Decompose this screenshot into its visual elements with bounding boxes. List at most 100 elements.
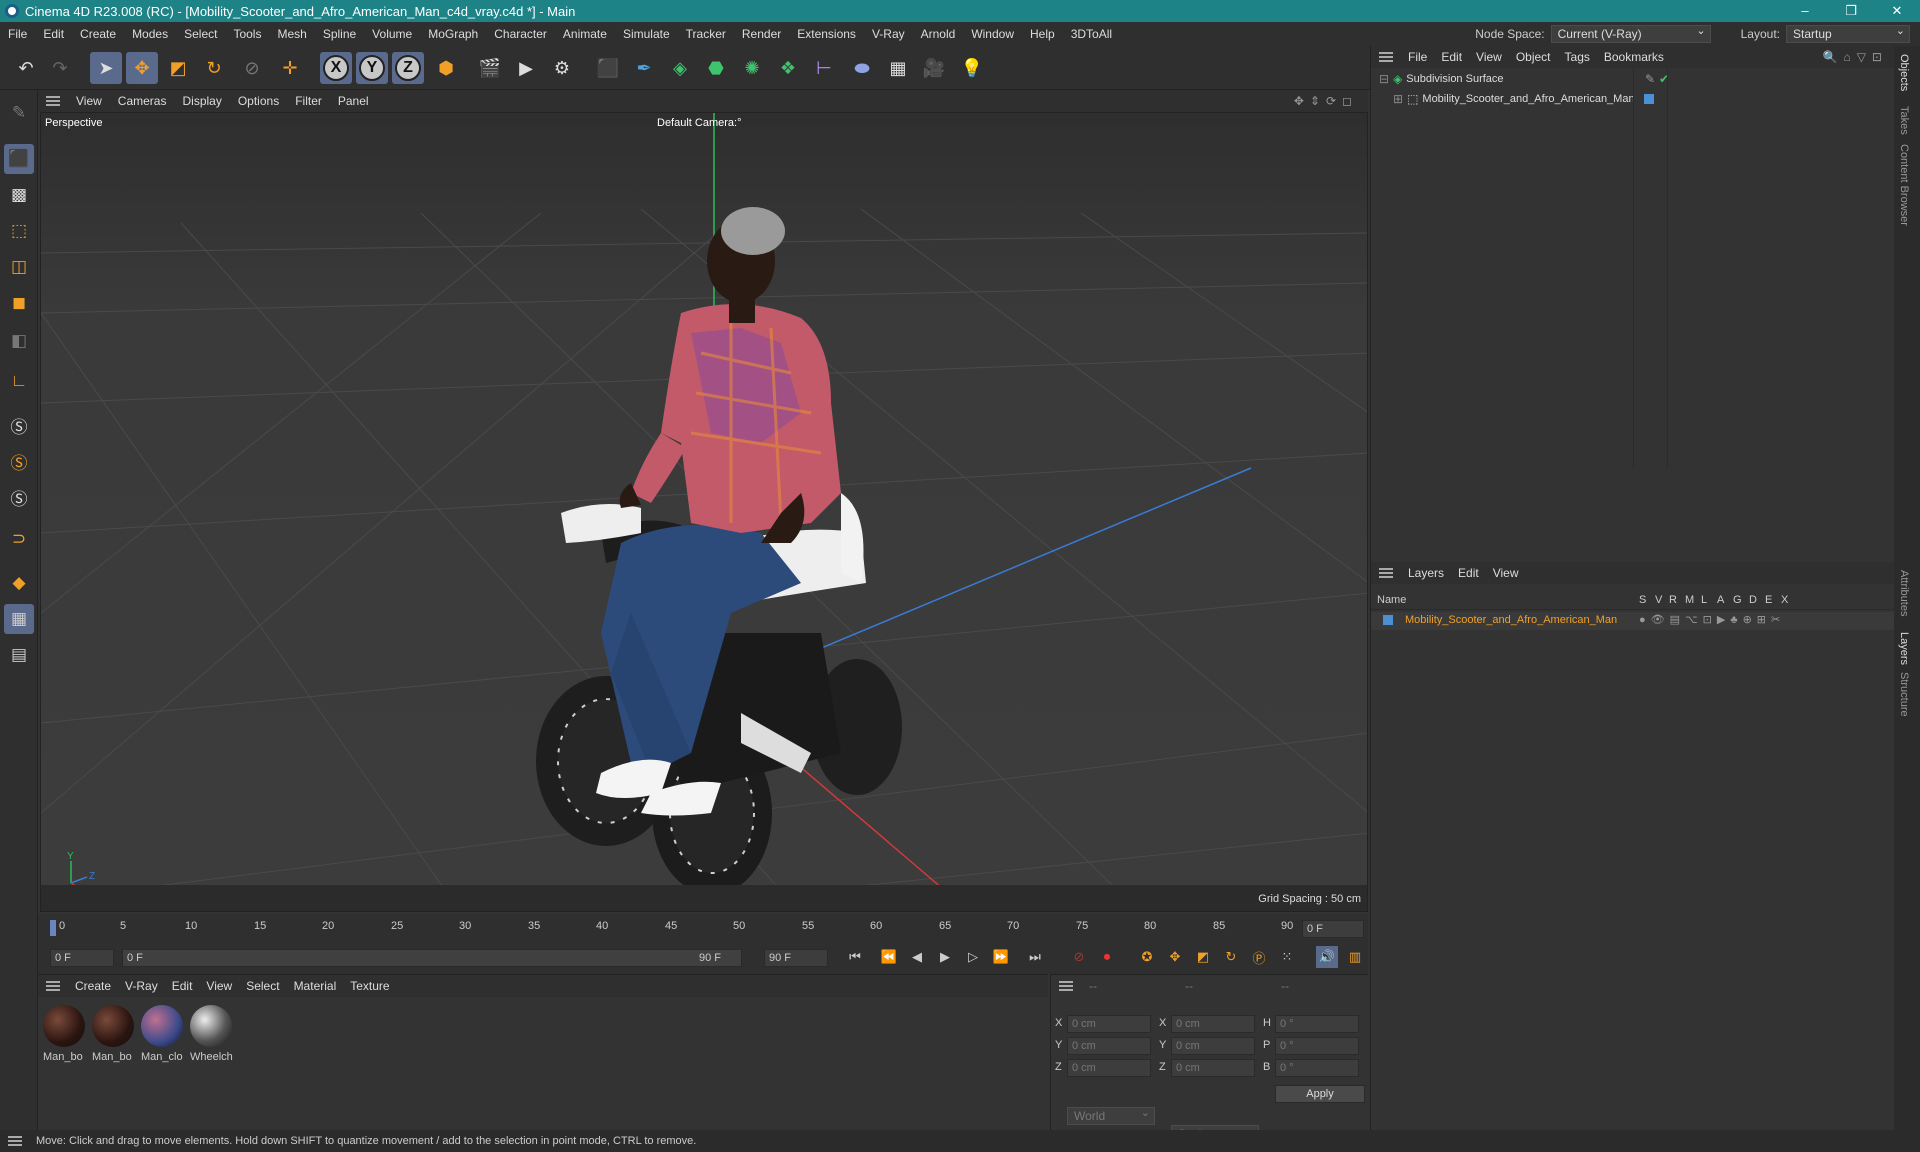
next-frame-icon[interactable]: ▷ — [962, 946, 984, 968]
deformer-bend-icon[interactable]: ⊢ — [808, 52, 840, 84]
object-name[interactable]: Mobility_Scooter_and_Afro_American_Man — [1422, 93, 1634, 105]
material-swatch[interactable] — [141, 1005, 183, 1047]
viewport-menu-filter[interactable]: Filter — [287, 94, 330, 108]
layer-color-swatch[interactable] — [1644, 94, 1654, 104]
locked-workplane-icon[interactable]: ▦ — [4, 604, 34, 634]
edges-mode-icon[interactable]: ◫ — [4, 252, 34, 282]
play-icon[interactable]: ▶ — [934, 946, 956, 968]
tab-content-browser[interactable]: Content Browser — [1898, 144, 1910, 226]
layers-menu-edit[interactable]: Edit — [1451, 566, 1486, 580]
polygons-mode-icon[interactable]: ◼ — [4, 288, 34, 318]
solo-off-icon[interactable]: Ⓢ — [4, 410, 34, 440]
next-key-icon[interactable]: ⏩ — [990, 946, 1012, 968]
layer-name[interactable]: Mobility_Scooter_and_Afro_American_Man — [1405, 614, 1617, 626]
menu-animate[interactable]: Animate — [555, 27, 615, 41]
material-menu-create[interactable]: Create — [68, 979, 118, 993]
record-active-icon[interactable]: ⊘ — [1068, 946, 1090, 968]
timeline-window-icon[interactable]: ▥ — [1344, 946, 1366, 968]
snap-magnet-icon[interactable]: ⊃ — [4, 524, 34, 554]
model-mode-icon[interactable]: ⬛ — [4, 144, 34, 174]
material-menu-view[interactable]: View — [199, 979, 239, 993]
coords-hamburger-icon[interactable] — [1059, 981, 1073, 991]
menu-window[interactable]: Window — [963, 27, 1022, 41]
key-scale-icon[interactable]: ◩ — [1192, 946, 1214, 968]
pos-z-field[interactable]: 0 cm — [1067, 1059, 1151, 1077]
status-hamburger-icon[interactable] — [8, 1136, 22, 1146]
objects-menu-edit[interactable]: Edit — [1434, 50, 1469, 64]
size-z-field[interactable]: 0 cm — [1171, 1059, 1255, 1077]
material-menu-select[interactable]: Select — [239, 979, 286, 993]
node-space-dropdown[interactable]: Current (V-Ray) — [1550, 23, 1711, 43]
playhead[interactable] — [50, 920, 56, 936]
objects-search-icons[interactable]: 🔍⌂▽⊡ — [1823, 50, 1894, 64]
go-to-end-icon[interactable]: ⏭ — [1024, 946, 1046, 968]
size-x-field[interactable]: 0 cm — [1171, 1015, 1255, 1033]
previous-frame-icon[interactable]: ◀ — [906, 946, 928, 968]
menu-create[interactable]: Create — [72, 27, 124, 41]
menu-mograph[interactable]: MoGraph — [420, 27, 486, 41]
viewport-menu-display[interactable]: Display — [174, 94, 229, 108]
layer-row[interactable]: Mobility_Scooter_and_Afro_American_Man ●… — [1371, 612, 1895, 630]
menu-simulate[interactable]: Simulate — [615, 27, 678, 41]
material-hamburger-icon[interactable] — [46, 981, 60, 991]
move-tool-icon[interactable]: ✥ — [126, 52, 158, 84]
viewport-menu-panel[interactable]: Panel — [330, 94, 377, 108]
y-axis-lock-button[interactable]: Y — [356, 52, 388, 84]
menu-arnold[interactable]: Arnold — [913, 27, 964, 41]
x-axis-lock-button[interactable]: X — [320, 52, 352, 84]
axis-mode-icon[interactable]: ∟ — [4, 366, 34, 396]
floor-grid-icon[interactable]: ▦ — [882, 52, 914, 84]
rot-h-field[interactable]: 0 ° — [1275, 1015, 1359, 1033]
camera-icon[interactable]: 🎥 — [918, 52, 950, 84]
z-axis-lock-button[interactable]: Z — [392, 52, 424, 84]
tab-takes[interactable]: Takes — [1898, 106, 1910, 135]
size-y-field[interactable]: 0 cm — [1171, 1037, 1255, 1055]
pos-y-field[interactable]: 0 cm — [1067, 1037, 1151, 1055]
solo-single-icon[interactable]: Ⓢ — [4, 446, 34, 476]
close-button[interactable]: ✕ — [1874, 3, 1920, 19]
undo-icon[interactable]: ↶ — [10, 52, 42, 84]
tab-objects[interactable]: Objects — [1898, 54, 1910, 91]
timeline-ruler[interactable]: 0 5 10 15 20 25 30 35 40 45 50 55 60 65 … — [38, 914, 1368, 942]
objects-menu-tags[interactable]: Tags — [1558, 50, 1597, 64]
menu-mesh[interactable]: Mesh — [269, 27, 314, 41]
tab-layers[interactable]: Layers — [1898, 632, 1910, 665]
material-swatch[interactable] — [190, 1005, 232, 1047]
motion-scale-icon[interactable]: 🔊 — [1316, 946, 1338, 968]
menu-vray[interactable]: V-Ray — [864, 27, 913, 41]
menu-render[interactable]: Render — [734, 27, 789, 41]
previous-key-icon[interactable]: ⏪ — [878, 946, 900, 968]
material-swatch[interactable] — [43, 1005, 85, 1047]
apply-button[interactable]: Apply — [1275, 1085, 1365, 1103]
maximize-button[interactable]: ❐ — [1828, 3, 1874, 19]
objects-menu-view[interactable]: View — [1469, 50, 1509, 64]
cloner-icon[interactable]: ✺ — [736, 52, 768, 84]
scale-tool-icon[interactable]: ◩ — [162, 52, 194, 84]
end-frame-field[interactable]: 90 F — [764, 949, 828, 967]
3d-viewport[interactable]: Y Z X Perspective Default Camera:° Grid … — [40, 112, 1368, 912]
pos-x-field[interactable]: 0 cm — [1067, 1015, 1151, 1033]
key-rotation-icon[interactable]: ↻ — [1220, 946, 1242, 968]
menu-tracker[interactable]: Tracker — [678, 27, 734, 41]
render-view-icon[interactable]: 🎬 — [474, 52, 506, 84]
objects-menu-object[interactable]: Object — [1509, 50, 1558, 64]
coordinate-system-icon[interactable]: ⬢ — [430, 52, 462, 84]
uv-mode-icon[interactable]: ◧ — [4, 326, 34, 356]
redo-icon[interactable]: ↷ — [44, 52, 76, 84]
object-name[interactable]: Subdivision Surface — [1406, 73, 1503, 85]
transform-tool-icon[interactable]: ✛ — [274, 52, 306, 84]
layer-flag-icons[interactable]: ●👁▤⌥⊡▶♣⊕⊞✂ — [1639, 613, 1785, 626]
layout-dropdown[interactable]: Startup — [1786, 23, 1910, 43]
key-parameter-icon[interactable]: Ⓟ — [1248, 946, 1270, 968]
planar-workplane-icon[interactable]: ▤ — [4, 640, 34, 670]
menu-3dtoall[interactable]: 3DToAll — [1063, 27, 1120, 41]
object-tree[interactable]: ⊟ ◈ Subdivision Surface ✎ ✔ ⊞ ⬚ Mobility… — [1371, 68, 1895, 468]
object-row[interactable]: ⊟ ◈ Subdivision Surface ✎ ✔ — [1379, 72, 1889, 86]
object-row[interactable]: ⊞ ⬚ Mobility_Scooter_and_Afro_American_M… — [1393, 92, 1883, 106]
objects-hamburger-icon[interactable] — [1379, 52, 1393, 62]
viewport-hamburger-icon[interactable] — [46, 96, 60, 106]
minimize-button[interactable]: – — [1782, 3, 1828, 19]
key-pla-icon[interactable]: ⁙ — [1276, 946, 1298, 968]
pen-spline-icon[interactable]: ✒ — [628, 52, 660, 84]
menu-modes[interactable]: Modes — [124, 27, 176, 41]
